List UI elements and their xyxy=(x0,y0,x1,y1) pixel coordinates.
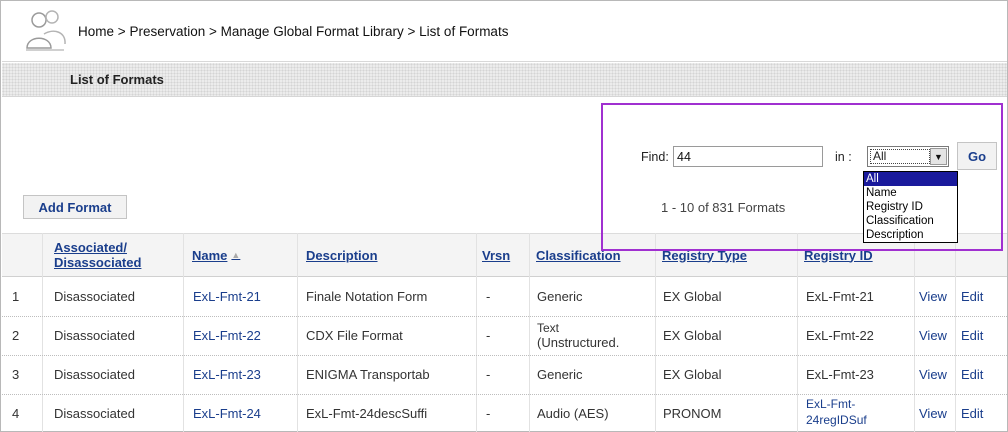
app-frame: Home > Preservation > Manage Global Form… xyxy=(0,0,1008,432)
page-title: List of Formats xyxy=(70,72,164,87)
format-classification: Text xyxy=(537,321,560,335)
edit-link[interactable]: Edit xyxy=(961,329,983,343)
sort-ascending-icon: ▲ xyxy=(231,250,241,260)
format-name-link[interactable]: ExL-Fmt-21 xyxy=(193,290,261,304)
dropdown-option-description[interactable]: Description xyxy=(864,228,957,242)
table-row: 1 Disassociated ExL-Fmt-21 Finale Notati… xyxy=(2,278,1007,317)
format-classification-line2: (Unstructured. xyxy=(537,335,620,350)
column-header-name[interactable]: Name ▲ xyxy=(192,233,240,277)
view-link[interactable]: View xyxy=(919,290,947,304)
column-header-version[interactable]: Vrsn xyxy=(482,233,510,277)
format-version: - xyxy=(486,289,491,304)
row-number: 2 xyxy=(12,328,20,343)
registry-id-link[interactable]: ExL-Fmt- xyxy=(806,397,855,411)
breadcrumb-separator: > xyxy=(209,24,217,39)
format-name-link[interactable]: ExL-Fmt-23 xyxy=(193,368,261,382)
format-classification: Generic xyxy=(537,289,583,304)
breadcrumb-preservation[interactable]: Preservation xyxy=(129,24,205,39)
dropdown-option-all[interactable]: All xyxy=(864,172,957,186)
add-format-button[interactable]: Add Format xyxy=(23,195,127,219)
dropdown-option-registry-id[interactable]: Registry ID xyxy=(864,200,957,214)
breadcrumb-home[interactable]: Home xyxy=(78,24,114,39)
find-label: Find: xyxy=(641,150,669,164)
view-link[interactable]: View xyxy=(919,329,947,343)
registry-type: PRONOM xyxy=(663,406,722,421)
breadcrumb-current: List of Formats xyxy=(419,24,509,39)
column-header-classification[interactable]: Classification xyxy=(536,233,621,277)
search-field-select[interactable]: All ▼ xyxy=(867,146,949,167)
breadcrumb-separator: > xyxy=(117,24,126,39)
registry-id: ExL-Fmt-23 xyxy=(806,367,874,382)
table-row: 4 Disassociated ExL-Fmt-24 ExL-Fmt-24des… xyxy=(2,395,1007,432)
assoc-status: Disassociated xyxy=(54,406,135,421)
edit-link[interactable]: Edit xyxy=(961,407,983,421)
go-button[interactable]: Go xyxy=(957,142,997,170)
search-field-dropdown: All Name Registry ID Classification Desc… xyxy=(863,171,958,243)
table-row: 3 Disassociated ExL-Fmt-23 ENIGMA Transp… xyxy=(2,356,1007,395)
table-row: 2 Disassociated ExL-Fmt-22 CDX File Form… xyxy=(2,317,1007,356)
view-link[interactable]: View xyxy=(919,368,947,382)
breadcrumb-bar: Home > Preservation > Manage Global Form… xyxy=(2,2,1007,62)
search-field-value: All xyxy=(870,149,930,164)
assoc-status: Disassociated xyxy=(54,367,135,382)
row-number: 3 xyxy=(12,367,20,382)
row-number: 4 xyxy=(12,406,20,421)
format-version: - xyxy=(486,367,491,382)
title-bar: List of Formats xyxy=(2,63,1007,97)
registry-id-link-line2[interactable]: 24regIDSuf xyxy=(806,413,867,427)
dropdown-option-classification[interactable]: Classification xyxy=(864,214,957,228)
breadcrumb-separator: > xyxy=(407,24,416,39)
format-version: - xyxy=(486,406,491,421)
edit-link[interactable]: Edit xyxy=(961,368,983,382)
format-name-link[interactable]: ExL-Fmt-24 xyxy=(193,407,261,421)
format-classification: Generic xyxy=(537,367,583,382)
format-description: ENIGMA Transportab xyxy=(306,367,430,382)
registry-type: EX Global xyxy=(663,289,722,304)
breadcrumb-format-library[interactable]: Manage Global Format Library xyxy=(221,24,404,39)
row-number: 1 xyxy=(12,289,20,304)
column-header-associated[interactable]: Associated/ Disassociated xyxy=(54,233,141,277)
chevron-down-icon[interactable]: ▼ xyxy=(930,148,947,165)
edit-link[interactable]: Edit xyxy=(961,290,983,304)
assoc-status: Disassociated xyxy=(54,289,135,304)
format-version: - xyxy=(486,328,491,343)
format-description: Finale Notation Form xyxy=(306,289,428,304)
format-description: CDX File Format xyxy=(306,328,403,343)
users-icon xyxy=(26,10,66,51)
assoc-status: Disassociated xyxy=(54,328,135,343)
format-name-link[interactable]: ExL-Fmt-22 xyxy=(193,329,261,343)
registry-id: ExL-Fmt-22 xyxy=(806,328,874,343)
registry-id: ExL-Fmt-21 xyxy=(806,289,874,304)
format-description: ExL-Fmt-24descSuffi xyxy=(306,406,428,421)
view-link[interactable]: View xyxy=(919,407,947,421)
registry-type: EX Global xyxy=(663,367,722,382)
registry-type: EX Global xyxy=(663,328,722,343)
dropdown-option-name[interactable]: Name xyxy=(864,186,957,200)
column-header-description[interactable]: Description xyxy=(306,233,378,277)
result-count: 1 - 10 of 831 Formats xyxy=(661,200,786,215)
format-classification: Audio (AES) xyxy=(537,406,609,421)
find-input[interactable] xyxy=(673,146,823,167)
breadcrumb: Home > Preservation > Manage Global Form… xyxy=(78,24,508,39)
column-header-registry-type[interactable]: Registry Type xyxy=(662,233,747,277)
in-label: in : xyxy=(835,150,852,164)
